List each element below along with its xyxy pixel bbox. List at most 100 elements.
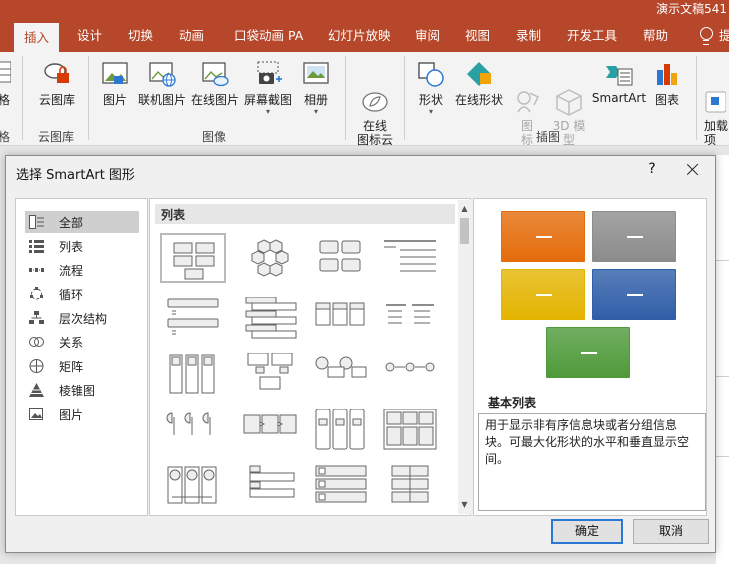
smartart-icon xyxy=(604,60,634,88)
category-hierarchy[interactable]: 层次结构 xyxy=(25,307,139,329)
document-title: 演示文稿541 xyxy=(656,2,727,16)
tab-review[interactable]: 审阅 xyxy=(415,20,440,52)
table-icon xyxy=(0,60,12,88)
layout-block-list[interactable] xyxy=(378,461,444,511)
category-process[interactable]: 流程 xyxy=(25,259,139,281)
matrix-icon xyxy=(29,359,44,373)
cloud-library-button[interactable]: 云图库 xyxy=(34,60,80,108)
group-label-images: 图像 xyxy=(202,130,227,144)
chevron-down-icon: ▾ xyxy=(265,107,270,116)
tab-transitions[interactable]: 切换 xyxy=(128,20,153,52)
pyramid-icon xyxy=(29,383,44,397)
photo-album-icon xyxy=(301,60,331,88)
layout-rounded-grid[interactable] xyxy=(308,233,374,283)
slide-area xyxy=(716,155,729,564)
linked-picture-button[interactable]: 联机图片 xyxy=(137,60,187,108)
bar-chart-icon xyxy=(652,60,682,88)
preview-shape-4 xyxy=(592,269,676,320)
lightbulb-icon[interactable] xyxy=(697,26,715,46)
layout-basic-list[interactable] xyxy=(160,233,226,283)
category-all[interactable]: 全部 xyxy=(25,211,139,233)
table-button-partial[interactable]: 格 xyxy=(0,60,12,108)
tab-design[interactable]: 设计 xyxy=(77,20,102,52)
globe-picture-icon xyxy=(147,60,177,88)
gallery-scrollbar[interactable]: ▲ ▼ xyxy=(458,200,471,514)
tab-record[interactable]: 录制 xyxy=(516,20,541,52)
category-picture[interactable]: 图片 xyxy=(25,403,139,425)
layout-vertical-bullet[interactable] xyxy=(160,293,226,343)
cloud-lock-icon xyxy=(42,60,72,88)
scroll-down-icon[interactable]: ▼ xyxy=(458,498,471,512)
title-bar: 演示文稿541 xyxy=(0,0,729,20)
process-icon xyxy=(29,268,44,272)
relationship-icon xyxy=(29,337,44,347)
layout-column-list[interactable] xyxy=(160,349,226,399)
layout-circle-list[interactable] xyxy=(308,349,374,399)
screenshot-button[interactable]: 屏幕截图 ▾ xyxy=(243,60,293,116)
list-icon xyxy=(29,240,44,253)
layout-lined-list[interactable] xyxy=(378,233,444,283)
cube-icon xyxy=(554,74,584,116)
album-button[interactable]: 相册 ▾ xyxy=(297,60,335,116)
layout-stacked-list[interactable] xyxy=(238,293,304,343)
layout-checklist[interactable] xyxy=(308,461,374,511)
online-icon-cloud-button[interactable]: 在线 图标云 xyxy=(353,60,397,147)
addins-button[interactable]: 加载 项 xyxy=(704,60,729,147)
shapes-button[interactable]: 形状 ▾ xyxy=(412,60,450,116)
tab-insert[interactable]: 插入 xyxy=(14,23,60,52)
gallery-section-header: 列表 xyxy=(155,204,455,224)
scroll-up-icon[interactable]: ▲ xyxy=(458,202,471,216)
help-button[interactable]: ? xyxy=(644,161,660,177)
tab-tell-me[interactable]: 提 xyxy=(719,20,729,52)
camera-icon xyxy=(253,60,283,88)
group-label-tables: 格 xyxy=(0,130,11,144)
picture-icon xyxy=(100,60,130,88)
addin-icon xyxy=(704,74,727,113)
smartart-button[interactable]: SmartArt xyxy=(590,60,648,105)
online-shapes-button[interactable]: 在线形状 xyxy=(454,60,504,108)
tab-animations[interactable]: 动画 xyxy=(179,20,204,52)
scrollbar-thumb[interactable] xyxy=(460,218,469,244)
close-icon[interactable] xyxy=(682,159,704,181)
layout-arrow-boxes[interactable] xyxy=(238,405,304,455)
layout-tab-list[interactable] xyxy=(238,461,304,511)
layout-grouped-boxes[interactable] xyxy=(308,293,374,343)
layout-tab-columns[interactable] xyxy=(308,405,374,455)
leaf-cloud-icon xyxy=(360,74,390,112)
layout-horizontal-bullet[interactable] xyxy=(378,293,444,343)
layout-half-circle[interactable] xyxy=(160,405,226,455)
hierarchy-icon xyxy=(29,311,44,324)
tab-help[interactable]: 帮助 xyxy=(643,20,668,52)
preview-shape-1 xyxy=(501,211,585,262)
layout-table-list[interactable] xyxy=(378,405,444,455)
group-label-cloud: 云图库 xyxy=(38,130,75,144)
layout-picture-accent[interactable] xyxy=(160,461,226,511)
tab-developer[interactable]: 开发工具 xyxy=(567,20,617,52)
ok-button[interactable]: 确定 xyxy=(551,519,623,544)
tab-pocket-animation[interactable]: 口袋动画 PA xyxy=(234,20,303,52)
chevron-down-icon: ▾ xyxy=(428,107,433,116)
preview-shape-5 xyxy=(546,327,630,378)
cycle-icon xyxy=(30,287,43,300)
category-matrix[interactable]: 矩阵 xyxy=(25,355,139,377)
ribbon: 格 格 云图库 云图库 图片 联机图片 在线图片 屏幕截图 ▾ 相册 ▾ 图像 … xyxy=(0,52,729,147)
category-list-item[interactable]: 列表 xyxy=(25,235,139,257)
ribbon-tabs: 插入 设计 切换 动画 口袋动画 PA 幻灯片放映 审阅 视图 录制 开发工具 … xyxy=(0,20,729,52)
preview-layout-name: 基本列表 xyxy=(488,396,537,410)
category-list: 全部 列表 流程 循环 层次结构 关系 矩阵 棱锥图 图片 xyxy=(15,198,148,516)
category-relationship[interactable]: 关系 xyxy=(25,331,139,353)
layout-picture-caption[interactable] xyxy=(238,349,304,399)
category-cycle[interactable]: 循环 xyxy=(25,283,139,305)
layout-hexagon-cluster[interactable] xyxy=(238,233,304,283)
layout-dot-list[interactable] xyxy=(378,349,444,399)
tab-view[interactable]: 视图 xyxy=(465,20,490,52)
cancel-button[interactable]: 取消 xyxy=(633,519,709,544)
online-picture-button[interactable]: 在线图片 xyxy=(190,60,240,108)
chart-button[interactable]: 图表 xyxy=(650,60,684,108)
tab-slideshow[interactable]: 幻灯片放映 xyxy=(328,20,391,52)
preview-description: 用于显示非有序信息块或者分组信息块。可最大化形状的水平和垂直显示空间。 xyxy=(478,413,706,511)
category-pyramid[interactable]: 棱锥图 xyxy=(25,379,139,401)
cloud-picture-icon xyxy=(200,60,230,88)
group-label-illustrations: 插图 xyxy=(536,130,561,144)
picture-button[interactable]: 图片 xyxy=(96,60,134,108)
